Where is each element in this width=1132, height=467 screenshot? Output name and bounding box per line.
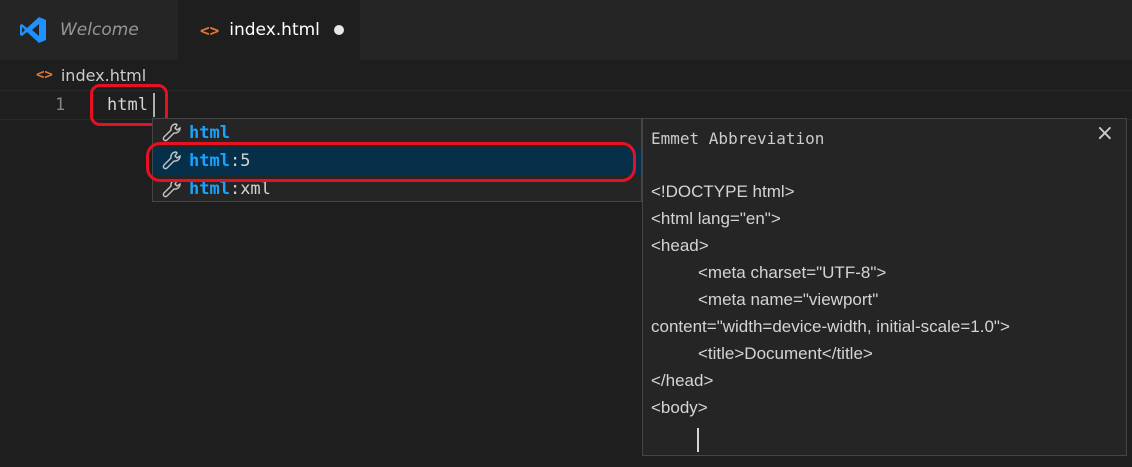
doc-line: <html lang="en"> [651,209,781,228]
close-icon[interactable]: × [1096,121,1114,146]
suggestion-details-panel: Emmet Abbreviation × <!DOCTYPE html> <ht… [642,118,1127,456]
annotation-box-selected-suggestion [146,142,636,182]
doc-line: <meta name="viewport" [698,290,879,309]
tab-welcome[interactable]: Welcome [0,0,178,60]
breadcrumb-file[interactable]: index.html [61,66,146,85]
html-file-icon: <> [36,67,53,83]
current-line-highlight [0,90,1132,120]
doc-line: </head> [651,371,714,390]
unsaved-dot-icon[interactable] [333,25,344,35]
suggestion-match: html [189,179,230,199]
details-title: Emmet Abbreviation [651,129,825,148]
doc-line: <title>Document</title> [698,344,873,363]
doc-line: <!DOCTYPE html> [651,182,795,201]
suggestion-rest: :xml [229,179,271,199]
tab-welcome-label: Welcome [60,20,139,40]
line-number: 1 [55,95,66,115]
doc-line: content="width=device-width, initial-sca… [651,317,1010,336]
tab-index-label: index.html [229,20,320,40]
tab-bar: Welcome <> index.html [0,0,1132,60]
wrench-icon [162,123,181,142]
preview-cursor [697,428,699,452]
suggestion-match: html [189,123,230,143]
html-file-icon: <> [200,20,220,40]
vscode-logo-icon [20,17,46,43]
doc-line: <body> [651,398,708,417]
doc-line: <head> [651,236,709,255]
doc-line: <meta charset="UTF-8"> [698,263,887,282]
breadcrumb[interactable]: <> index.html [0,60,1132,90]
tab-index-html[interactable]: <> index.html [178,0,360,60]
